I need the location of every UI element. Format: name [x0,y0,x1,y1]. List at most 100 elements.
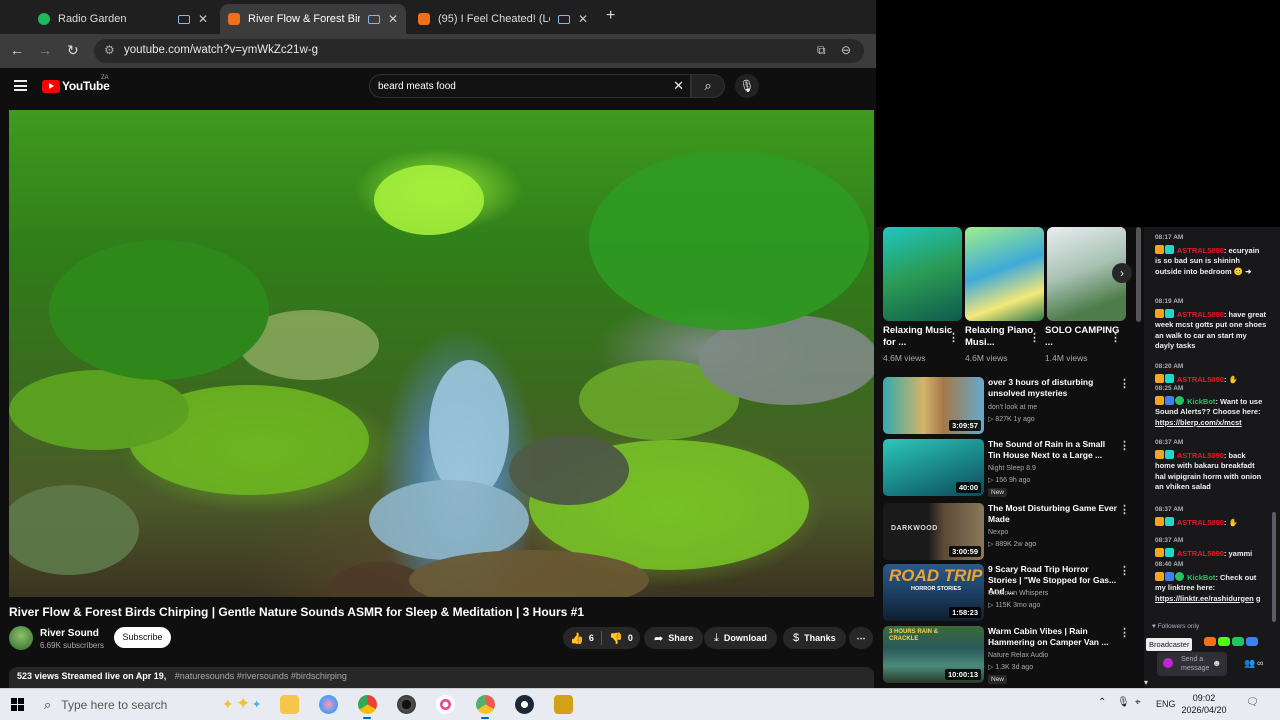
more-options-icon[interactable]: ⋮ [1029,331,1040,344]
infinity-icon[interactable]: ∞ [1257,658,1263,668]
close-tab-icon[interactable]: ✕ [388,12,398,26]
steam-icon[interactable] [515,695,534,714]
media-playing-icon[interactable] [367,14,380,24]
hamburger-menu-icon[interactable] [14,80,27,91]
more-options-icon[interactable]: ⋮ [1110,331,1121,344]
scroll-down-icon[interactable]: ▾ [1144,678,1148,687]
description-box[interactable]: 523 views Streamed live on Apr 19, #natu… [9,667,874,688]
game-app-icon[interactable] [554,695,573,714]
emote-icon[interactable] [1218,637,1230,646]
network-icon[interactable]: ⌖ [1135,697,1141,708]
emoji-picker-icon[interactable]: ☻ [1212,658,1221,668]
chat-scrollbar[interactable] [1272,512,1276,622]
recommendation-thumbnail[interactable]: DARKWOOD 3:00:59 [883,503,984,560]
more-options-icon[interactable]: ⋮ [1119,377,1130,390]
obs-studio-icon[interactable] [397,695,416,714]
app-icon[interactable] [436,695,455,714]
hashtags[interactable]: #naturesounds #riversounds #birdschirpin… [175,671,347,681]
recommendation-thumbnail[interactable]: 3 HOURS RAIN & CRACKLE 10:00:13 [883,626,984,683]
recommendation-item[interactable]: ROAD TRIP HORROR STORIES 1:58:23 9 Scary… [883,564,1138,622]
emote-icon[interactable] [1232,637,1244,646]
download-button[interactable]: ⤓ Download [704,627,777,649]
recommendation-channel[interactable]: Nexpo [988,529,1008,536]
zoom-icon[interactable]: ⊖ [841,43,851,57]
more-options-icon[interactable]: ⋮ [1119,626,1130,639]
chat-username[interactable]: KickBot [1187,397,1215,406]
dislike-button[interactable]: 👎 0 [602,627,640,649]
chrome-icon[interactable] [358,695,377,714]
channel-avatar[interactable] [9,626,33,650]
short-thumbnail[interactable] [965,227,1044,321]
chrome-profile-icon[interactable] [476,695,495,714]
site-info-icon[interactable]: ⚙ [104,43,115,57]
chat-username[interactable]: ASTRAL5090 [1177,246,1224,255]
short-thumbnail[interactable] [883,227,962,321]
back-arrow-icon[interactable]: ← [10,42,24,58]
recommendation-item[interactable]: 3:09:57 over 3 hours of disturbing unsol… [883,377,1138,435]
like-button[interactable]: 👍 6 [563,627,601,649]
file-explorer-icon[interactable] [280,695,299,714]
microphone-icon[interactable]: 🎙 [1117,697,1130,708]
emote-icon[interactable] [1246,637,1258,646]
address-bar[interactable]: ⚙ youtube.com/watch?v=ymWkZc21w-g ⧉ ⊖ [94,39,864,63]
chat-username[interactable]: ASTRAL5090 [1177,518,1224,527]
more-options-icon[interactable]: ⋮ [1119,503,1130,516]
search-input[interactable]: beard meats food ✕ [369,74,691,98]
youtube-logo[interactable]: YouTube ZA [42,75,110,93]
more-options-icon[interactable]: ⋮ [1119,564,1130,577]
recommendation-thumbnail[interactable]: ROAD TRIP HORROR STORIES 1:58:23 [883,564,984,621]
language-indicator[interactable]: ENG [1156,699,1176,709]
tab-radio-garden[interactable]: Radio Garden ✕ [30,4,216,34]
message-link[interactable]: https://blerp.com/x/mcst [1155,418,1242,427]
photos-app-icon[interactable] [319,695,338,714]
thanks-button[interactable]: $ Thanks [783,627,846,649]
taskbar-search[interactable]: ⌕ Type here to search [44,694,214,715]
search-highlight-sparkle-icon[interactable]: ✦ ✦ ✦ [218,694,264,713]
chat-username[interactable]: ASTRAL5090 [1177,451,1224,460]
close-tab-icon[interactable]: ✕ [198,12,208,26]
recommendation-item[interactable]: 3 HOURS RAIN & CRACKLE 10:00:13 Warm Cab… [883,626,1138,684]
forward-arrow-icon[interactable]: → [38,42,52,58]
message-link[interactable]: https://linktr.ee/rashidurgen [1155,594,1254,603]
recommendation-thumbnail[interactable]: 3:09:57 [883,377,984,434]
more-actions-button[interactable]: ⋯ [849,627,873,649]
recommendation-channel[interactable]: don't look at me [988,404,1037,411]
share-button[interactable]: ➦ Share [644,627,704,649]
recommendation-item[interactable]: DARKWOOD 3:00:59 The Most Disturbing Gam… [883,503,1138,561]
windows-start-icon[interactable] [11,698,24,711]
reload-icon[interactable]: ↻ [67,42,79,59]
chat-username[interactable]: ASTRAL5090 [1177,549,1224,558]
more-options-icon[interactable]: ⋮ [948,331,959,344]
recommendation-channel[interactable]: Nature Relax Audio [988,652,1048,659]
more-options-icon[interactable]: ⋮ [1119,439,1130,452]
tab-i-feel-cheated[interactable]: (95) I Feel Cheated! (Lee Ju ✕ [410,4,596,34]
system-clock[interactable]: 09:02 2026/04/20 [1180,692,1228,716]
chat-username[interactable]: ASTRAL5090 [1177,375,1224,384]
video-player[interactable] [9,110,874,597]
new-tab-plus-icon[interactable]: + [606,7,615,25]
recommendation-channel[interactable]: Night Sleep 8.9 [988,465,1036,472]
search-button[interactable]: ⌕ [691,74,725,98]
search-query[interactable]: beard meats food [378,81,456,92]
recommendation-item[interactable]: 40:00 The Sound of Rain in a Small Tin H… [883,439,1138,497]
url-text[interactable]: youtube.com/watch?v=ymWkZc21w-g [124,44,318,56]
chat-username[interactable]: KickBot [1187,573,1215,582]
subscribe-button[interactable]: Subscribe [114,627,171,648]
users-icon[interactable]: 👥 [1244,658,1255,669]
install-app-icon[interactable]: ⧉ [817,43,826,58]
notifications-icon[interactable]: 🗨 [1246,697,1259,708]
voice-search-mic-icon[interactable]: 🎙 [735,74,759,98]
clear-search-icon[interactable]: ✕ [673,78,684,94]
media-playing-icon[interactable] [177,14,190,24]
recommendation-channel[interactable]: Unknown Whispers [988,590,1048,597]
recommendations-scrollbar[interactable] [1136,227,1141,322]
chat-username[interactable]: ASTRAL5090 [1177,310,1224,319]
recommendation-thumbnail[interactable]: 40:00 [883,439,984,496]
show-hidden-icons-chevron-icon[interactable]: ⌃ [1098,697,1106,708]
shelf-next-chevron-icon[interactable]: › [1112,263,1132,283]
emote-icon[interactable] [1204,637,1216,646]
channel-name[interactable]: River Sound [40,628,99,639]
media-playing-icon[interactable] [557,14,570,24]
tab-river-flow[interactable]: River Flow & Forest Birds C ✕ [220,4,406,34]
close-tab-icon[interactable]: ✕ [578,12,588,26]
